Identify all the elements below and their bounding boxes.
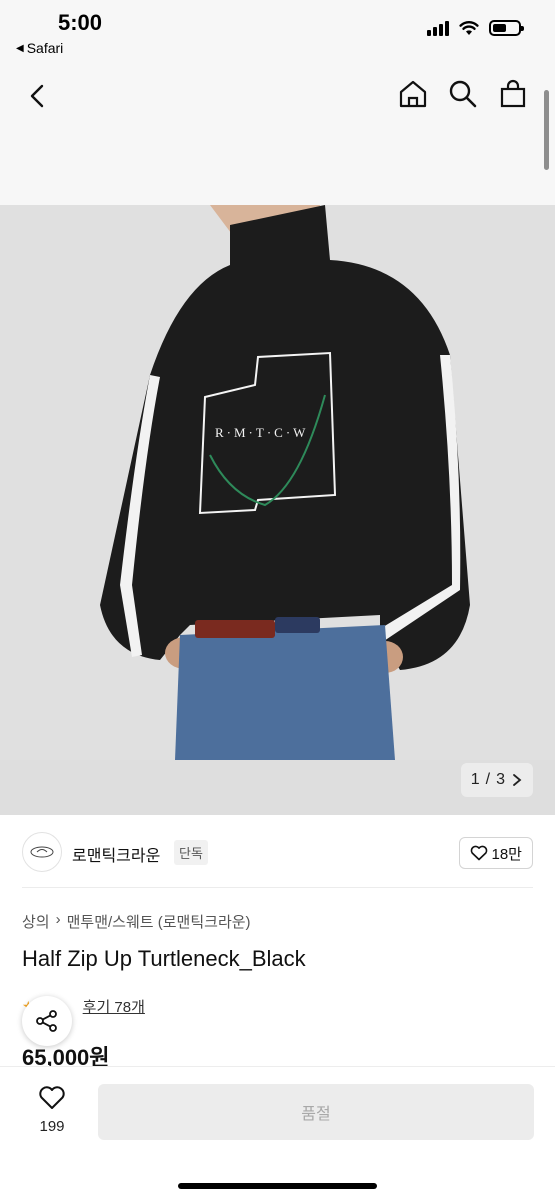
bottom-action-bar: 199 품절: [0, 1066, 555, 1200]
heart-icon: [470, 845, 487, 861]
brand-logo[interactable]: [22, 832, 62, 872]
home-indicator[interactable]: [178, 1183, 377, 1189]
chevron-right-icon: ›: [55, 911, 61, 928]
wifi-icon: [459, 21, 479, 35]
brand-row: 로맨틱크라운 단독 18만: [0, 830, 555, 874]
back-app-label: Safari: [26, 40, 64, 56]
brand-like-count: 18만: [491, 845, 523, 863]
pager-separator: /: [485, 771, 491, 788]
home-icon[interactable]: [397, 78, 429, 110]
pager-current: 1: [470, 771, 480, 788]
product-title: Half Zip Up Turtleneck_Black: [22, 946, 306, 971]
breadcrumb-item-category[interactable]: 상의: [22, 911, 50, 932]
share-icon: [36, 1010, 57, 1032]
breadcrumb: 상의 › 맨투맨/스웨트 (로맨틱크라운): [22, 911, 251, 932]
brand-logo-mark: [30, 846, 54, 858]
wishlist-button[interactable]: 199: [30, 1085, 74, 1135]
share-button[interactable]: [22, 996, 72, 1046]
exclusive-badge: 단독: [174, 840, 208, 865]
divider: [22, 887, 533, 888]
nav-bar: [0, 62, 555, 205]
battery-icon: [489, 20, 524, 36]
wishlist-count: 199: [39, 1118, 65, 1135]
gallery-pager[interactable]: 1 / 3: [460, 763, 533, 797]
scroll-indicator[interactable]: [544, 90, 549, 170]
brand-name[interactable]: 로맨틱크라운: [72, 842, 160, 866]
shopping-bag-icon[interactable]: [497, 78, 529, 110]
search-icon[interactable]: [447, 78, 479, 110]
status-time: 5:00: [58, 10, 103, 35]
brand-like-button[interactable]: 18만: [458, 837, 533, 869]
chevron-right-icon[interactable]: [511, 773, 523, 787]
status-icons: [427, 20, 524, 36]
back-to-app-link[interactable]: ◀ Safari: [16, 40, 63, 56]
back-triangle-icon: ◀: [16, 42, 24, 54]
pager-total: 3: [496, 771, 505, 788]
product-photo: R·M·T·C·W: [0, 205, 555, 815]
sold-out-button[interactable]: 품절: [98, 1084, 534, 1140]
back-chevron-icon[interactable]: [22, 80, 54, 112]
product-image-gallery[interactable]: R·M·T·C·W 1 / 3: [0, 205, 555, 815]
heart-icon: [39, 1086, 65, 1109]
cellular-signal-icon: [427, 20, 449, 36]
status-bar: 5:00 ◀ Safari: [0, 0, 555, 62]
svg-text:R·M·T·C·W: R·M·T·C·W: [215, 425, 308, 440]
breadcrumb-item-subcategory[interactable]: 맨투맨/스웨트 (로맨틱크라운): [67, 911, 251, 932]
review-link[interactable]: 후기 78개: [83, 996, 145, 1017]
